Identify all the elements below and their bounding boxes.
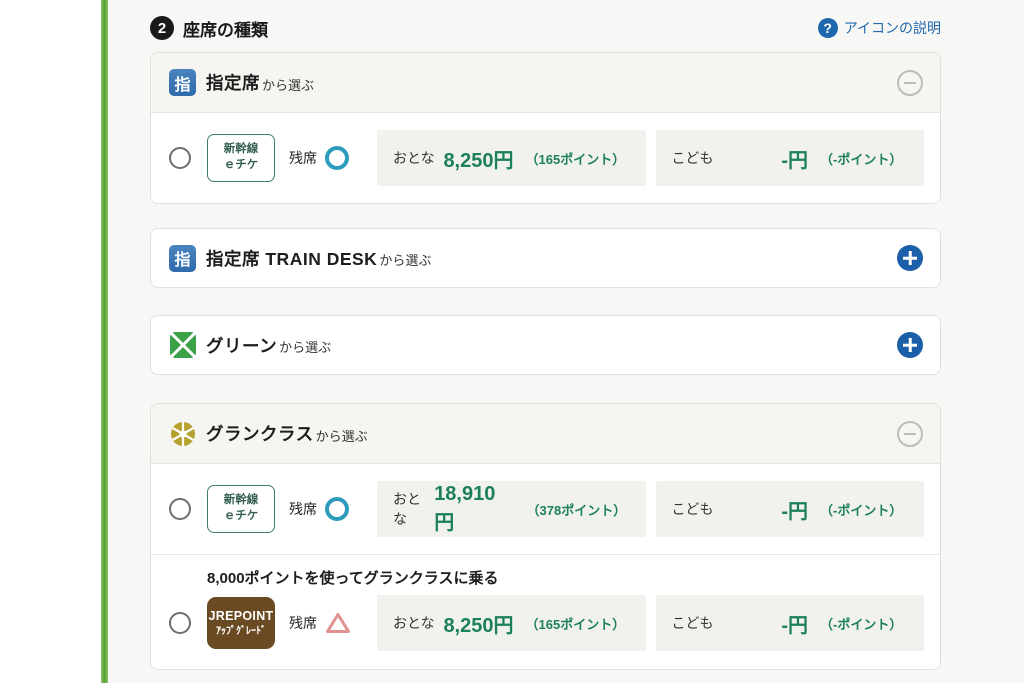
child-points: （-ポイント） [820,500,908,519]
seat-selection-panel: 2 座席の種類 ? アイコンの説明 指 指定席 から選ぶ 新幹線 ｅチケ [108,0,1024,683]
badge-line2: ｅチケ [224,158,259,174]
fare-radio[interactable] [169,498,191,520]
minus-icon [904,82,916,84]
availability-label: 残席 [289,148,317,168]
gran-class-icon [169,420,196,447]
child-points: （-ポイント） [820,614,908,633]
adult-points: （165ポイント） [526,614,630,633]
badge-line2: ｱｯﾌﾟｸﾞﾚｰﾄﾞ [216,625,266,639]
child-price: -円 [781,609,808,638]
availability: 残席 [289,611,369,635]
fare-radio[interactable] [169,612,191,634]
section-gran-class: グランクラス から選ぶ 新幹線 ｅチケ 残席 おとな 18 [150,403,941,670]
shinkansen-eticket-badge: 新幹線 ｅチケ [207,134,275,182]
availability: 残席 [289,497,369,521]
adult-price-box: おとな 8,250円 （165ポイント） [377,595,646,651]
adult-points: （378ポイント） [527,500,630,519]
child-label: こども [672,613,714,633]
points-upgrade-note: 8,000ポイントを使ってグランクラスに乗る [207,567,924,588]
jre-point-upgrade-badge: JREPOINT ｱｯﾌﾟｸﾞﾚｰﾄﾞ [207,597,275,649]
child-points: （-ポイント） [820,149,908,168]
collapse-button[interactable] [897,70,923,96]
adult-price: 8,250円 [443,609,513,638]
icon-help-link[interactable]: ? アイコンの説明 [818,18,941,38]
section-title-suffix: から選ぶ [262,72,314,94]
badge-line1: 新幹線 [224,142,259,158]
points-upgrade-row: 8,000ポイントを使ってグランクラスに乗る JREPOINT ｱｯﾌﾟｸﾞﾚｰ… [151,555,940,669]
section-title-suffix: から選ぶ [379,247,431,269]
section-header-train-desk[interactable]: 指 指定席 TRAIN DESK から選ぶ [151,229,940,287]
section-header-reserved[interactable]: 指 指定席 から選ぶ [151,53,940,113]
availability-label: 残席 [289,613,317,633]
page-title: 座席の種類 [183,16,268,41]
child-price-box: こども -円 （-ポイント） [656,595,925,651]
badge-line1: 新幹線 [224,493,259,509]
fare-row: 新幹線 ｅチケ 残席 おとな 8,250円 （165ポイント） こども -円 [151,113,940,203]
adult-label: おとな [393,613,435,633]
availability: 残席 [289,146,369,170]
section-heading: 2 座席の種類 ? アイコンの説明 [150,14,941,42]
green-car-icon [169,332,196,359]
availability-label: 残席 [289,499,317,519]
step-number-badge: 2 [150,16,174,40]
child-price: -円 [781,495,808,524]
adult-price: 8,250円 [443,144,513,173]
child-price-box: こども -円 （-ポイント） [656,481,925,537]
section-title: 指定席 [206,70,260,95]
badge-line2: ｅチケ [224,509,259,525]
expand-button[interactable] [897,245,923,271]
expand-button[interactable] [897,332,923,358]
section-title: グリーン [206,333,277,358]
child-label: こども [672,499,714,519]
adult-price-box: おとな 18,910円 （378ポイント） [377,481,646,537]
section-train-desk: 指 指定席 TRAIN DESK から選ぶ [150,228,941,288]
adult-price: 18,910円 [434,483,514,535]
availability-triangle-icon [325,611,351,635]
badge-line1: JREPOINT [209,608,274,625]
fare-radio[interactable] [169,147,191,169]
section-header-green[interactable]: グリーン から選ぶ [151,316,940,374]
adult-label: おとな [393,489,434,529]
minus-icon [904,433,916,435]
adult-label: おとな [393,148,435,168]
section-title-suffix: から選ぶ [279,334,331,356]
adult-price-box: おとな 8,250円 （165ポイント） [377,130,646,186]
shinkansen-eticket-badge: 新幹線 ｅチケ [207,485,275,533]
icon-help-label: アイコンの説明 [844,18,941,38]
reserved-seat-icon: 指 [169,245,196,272]
section-title: グランクラス [206,421,314,446]
child-price-box: こども -円 （-ポイント） [656,130,925,186]
collapse-button[interactable] [897,421,923,447]
page-accent-bar [101,0,108,683]
section-title: 指定席 TRAIN DESK [206,246,377,271]
adult-points: （165ポイント） [526,149,630,168]
question-icon: ? [818,18,838,38]
availability-circle-icon [325,497,349,521]
section-reserved-seat: 指 指定席 から選ぶ 新幹線 ｅチケ 残席 おとな [150,52,941,204]
reserved-seat-icon: 指 [169,69,196,96]
fare-row: 新幹線 ｅチケ 残席 おとな 18,910円 （378ポイント） こども -円 [151,464,940,554]
child-price: -円 [781,144,808,173]
section-green-car: グリーン から選ぶ [150,315,941,375]
section-title-suffix: から選ぶ [316,423,368,445]
child-label: こども [672,148,714,168]
availability-circle-icon [325,146,349,170]
section-header-gran-class[interactable]: グランクラス から選ぶ [151,404,940,464]
